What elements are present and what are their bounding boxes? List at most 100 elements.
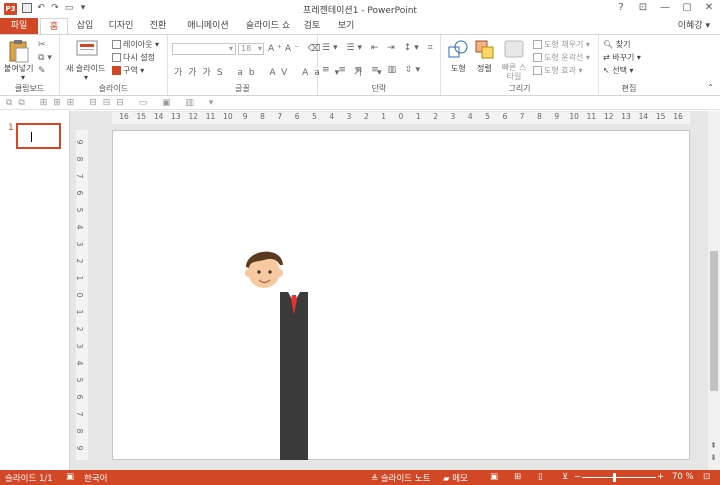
copy-icon[interactable]: ⧉▾ (38, 52, 55, 65)
shape-outline-button[interactable]: 도형 윤곽선 ▾ (533, 52, 590, 63)
zoom-out-button[interactable]: − (574, 472, 581, 482)
find-button[interactable]: 🔍︎ 찾기 (603, 39, 630, 50)
collapse-ribbon-icon[interactable]: ⌃ (707, 83, 714, 92)
comments-button[interactable]: ▰ 메모 (443, 472, 468, 484)
slideshow-view-icon[interactable]: ⊻ (562, 472, 568, 482)
ruler-tick-label: 2 (74, 258, 84, 264)
zoom-slider-thumb[interactable] (613, 473, 616, 482)
tab-design[interactable]: 디자인 (104, 18, 138, 34)
align-toolbar-icons[interactable]: ⧉⧉ ⊞⊞⊞ ⊟⊟⊟ ▭ ▣ ▥ ▾ (6, 98, 219, 108)
ruler-tick-label: 15 (655, 112, 666, 121)
next-slide-icon[interactable]: ⇟ (710, 453, 717, 462)
prev-slide-icon[interactable]: ⇞ (710, 441, 717, 450)
ruler-tick-label: 14 (638, 112, 649, 121)
align-icons[interactable]: ≡ ≡ ≡ ≡ ▥ ⇳▾ (322, 65, 423, 75)
ruler-tick-label: 4 (74, 360, 84, 366)
ruler-tick-label: 9 (242, 112, 248, 121)
suit-body-shape[interactable] (280, 292, 308, 460)
close-button[interactable]: ✕ (698, 0, 720, 16)
signed-in-user[interactable]: 이혜강 ▾ (678, 18, 710, 34)
section-button[interactable]: 구역 ▾ (112, 65, 144, 76)
ruler-tick-label: 9 (74, 139, 84, 145)
reset-button[interactable]: 다시 설정 (112, 52, 155, 63)
fit-slide-icon[interactable]: ⊡ (703, 472, 710, 482)
slide-canvas[interactable] (112, 130, 690, 460)
paste-button[interactable]: 붙여넣기 (4, 63, 33, 74)
right-eye-shape (268, 270, 272, 274)
font-size-dropdown-icon: ▾ (257, 44, 262, 53)
shape-fill-button[interactable]: 도형 채우기 ▾ (533, 39, 590, 50)
format-painter-icon[interactable]: ✎ (38, 65, 55, 78)
paste-dropdown-icon[interactable]: ▾ (21, 73, 25, 82)
slide-thumbnail-1[interactable] (16, 123, 61, 149)
normal-view-icon[interactable]: ▣ (490, 472, 498, 482)
shapes-button[interactable]: 도형 (451, 63, 466, 74)
list-icons[interactable]: ☰▾ ☰▾ ⇤ ⇥ ↕▾ ⌗ (322, 43, 436, 53)
maximize-button[interactable]: ▢ (676, 0, 698, 16)
shape-effects-button[interactable]: 도형 효과 ▾ (533, 65, 583, 76)
tab-view[interactable]: 보기 (333, 18, 359, 34)
help-button[interactable]: ? (610, 0, 632, 16)
ruler-tick-label: 8 (537, 112, 542, 121)
ribbon-display-options-button[interactable]: ⊡ (632, 0, 654, 16)
cut-icon[interactable]: ✂ (38, 39, 55, 52)
new-slide-dropdown-icon[interactable]: ▾ (84, 73, 88, 82)
ruler-tick-label: 15 (136, 112, 147, 121)
font-name-combobox[interactable]: ▾ (172, 43, 236, 55)
reading-view-icon[interactable]: ▯ (538, 472, 543, 482)
group-editing: 🔍︎ 찾기 ⇄ 바꾸기 ▾ ↖ 선택 ▾ 편집 (599, 35, 659, 95)
tab-review[interactable]: 검토 (299, 18, 325, 34)
ribbon-home: 붙여넣기 ▾ ✂ ⧉▾ ✎ 클립보드 새 슬라이드 ▾ 레이아웃 ▾ 다시 설정… (0, 34, 720, 96)
ruler-tick-label: 1 (415, 112, 421, 121)
ruler-tick-label: 7 (74, 411, 84, 417)
ruler-tick-label: 5 (485, 112, 490, 121)
select-button[interactable]: ↖ 선택 ▾ (603, 65, 634, 76)
tab-transitions[interactable]: 전환 (145, 18, 171, 34)
quick-styles-icon[interactable] (503, 39, 525, 59)
businessman-illustration[interactable] (240, 243, 314, 463)
ruler-tick-label: 4 (467, 112, 473, 121)
font-size-combobox[interactable]: 18 ▾ (238, 43, 264, 55)
paste-icon[interactable] (8, 39, 30, 63)
language-status[interactable]: 한국어 (84, 472, 107, 484)
arrange-button[interactable]: 정렬 (477, 63, 492, 74)
minimize-button[interactable]: — (654, 0, 676, 16)
thumbnail-caret (31, 132, 32, 142)
ruler-tick-label: 3 (450, 112, 456, 121)
find-icon: 🔍︎ (603, 40, 614, 49)
replace-button[interactable]: ⇄ 바꾸기 ▾ (603, 52, 641, 63)
vertical-scrollbar[interactable]: ⇞ ⇟ (708, 111, 720, 470)
tab-slideshow[interactable]: 슬라이드 쇼 (240, 18, 296, 34)
tab-home[interactable]: 홈 (40, 18, 68, 34)
tab-animations[interactable]: 애니메이션 (180, 18, 236, 34)
ruler-tick-label: 2 (433, 112, 439, 121)
right-ear-shape (277, 269, 283, 277)
tab-insert[interactable]: 삽입 (72, 18, 98, 34)
select-label: 선택 (612, 66, 627, 75)
zoom-in-button[interactable]: + (657, 472, 664, 482)
zoom-slider-track[interactable] (582, 477, 656, 478)
spellcheck-icon[interactable]: ▣ (66, 472, 74, 482)
new-slide-icon[interactable] (76, 39, 98, 57)
ruler-tick-label: 6 (74, 190, 84, 196)
notes-button[interactable]: ≜ 슬라이드 노트 (371, 472, 430, 484)
font-grow-shrink-icons[interactable]: A⁺A⁻ ⌫ (268, 44, 323, 54)
quick-styles-button[interactable]: 빠른 스타일 (499, 63, 529, 81)
find-label: 찾기 (615, 40, 631, 49)
layout-button[interactable]: 레이아웃 ▾ (112, 39, 159, 50)
status-bar: 슬라이드 1/1 ▣ 한국어 ≜ 슬라이드 노트 ▰ 메모 ▣ ⊞ ▯ ⊻ − … (0, 470, 720, 485)
zoom-level[interactable]: 70 % (672, 472, 694, 482)
align-toolbar: ⧉⧉ ⊞⊞⊞ ⊟⊟⊟ ▭ ▣ ▥ ▾ (0, 96, 720, 110)
ruler-tick-label: 16 (119, 112, 129, 121)
reset-label: 다시 설정 (123, 53, 155, 62)
reset-icon (112, 53, 121, 62)
scrollbar-thumb[interactable] (710, 251, 718, 391)
group-clipboard: 붙여넣기 ▾ ✂ ⧉▾ ✎ 클립보드 (0, 35, 60, 95)
slide-sorter-view-icon[interactable]: ⊞ (514, 472, 521, 482)
tab-file[interactable]: 파일 (0, 18, 38, 34)
arrange-icon[interactable] (474, 39, 496, 59)
ruler-tick-label: 1 (381, 112, 387, 121)
ruler-tick-label: 7 (277, 112, 283, 121)
shapes-icon[interactable] (447, 39, 469, 59)
left-eye-shape (257, 270, 261, 274)
